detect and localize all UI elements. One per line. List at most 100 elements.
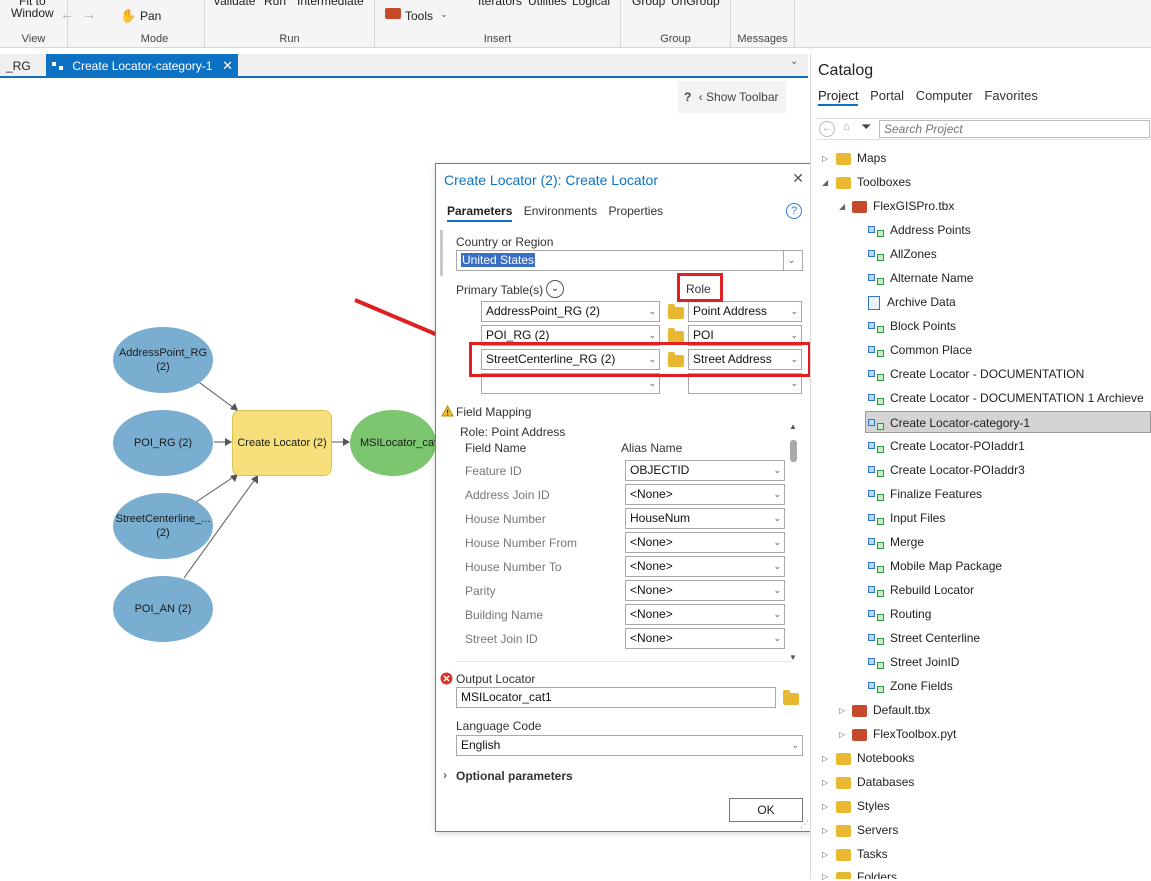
chevron-down-icon[interactable]: ⌄ xyxy=(773,629,781,648)
output-locator-input[interactable]: MSILocator_cat1 xyxy=(456,687,776,708)
tree-item-styles[interactable]: Styles xyxy=(836,795,890,817)
tree-item-model[interactable]: Finalize Features xyxy=(868,483,982,505)
alias-select[interactable]: <None> ⌄ xyxy=(625,556,785,577)
filter-icon[interactable]: ⏷ xyxy=(861,119,871,135)
tree-item-servers[interactable]: Servers xyxy=(836,819,898,841)
role-select[interactable]: Point Address ⌄ xyxy=(688,301,802,322)
language-select[interactable]: English ⌄ xyxy=(456,735,803,756)
tree-item-model[interactable]: AllZones xyxy=(868,243,937,265)
chevron-down-icon[interactable]: ⌄ xyxy=(773,605,781,624)
tree-item-toolboxes[interactable]: Toolboxes xyxy=(836,171,911,193)
tab-environments[interactable]: Environments xyxy=(524,204,597,220)
alias-select[interactable]: <None> ⌄ xyxy=(625,484,785,505)
tree-item-model[interactable]: Address Points xyxy=(868,219,971,241)
tree-item-model[interactable]: Street Centerline xyxy=(868,627,980,649)
alias-select[interactable]: <None> ⌄ xyxy=(625,532,785,553)
help-icon[interactable]: ? xyxy=(786,203,802,219)
expand-triangle-icon[interactable]: ▷ xyxy=(822,154,828,163)
chevron-down-icon[interactable]: ⌄ xyxy=(791,736,799,755)
chevron-right-icon[interactable]: › xyxy=(443,768,447,782)
chevron-down-icon[interactable]: ⌄ xyxy=(773,533,781,552)
chevron-down-icon[interactable]: ⌄ xyxy=(773,557,781,576)
tree-item-maps[interactable]: Maps xyxy=(836,147,886,169)
tree-item-model[interactable]: Create Locator - DOCUMENTATION xyxy=(868,363,1084,385)
expand-triangle-icon[interactable]: ▷ xyxy=(839,706,845,715)
tab-favorites[interactable]: Favorites xyxy=(984,88,1037,104)
tree-item-flextoolbox-pyt[interactable]: FlexToolbox.pyt xyxy=(852,723,956,745)
chevron-down-icon[interactable]: ⌄ xyxy=(773,461,781,480)
expand-triangle-icon[interactable]: ▷ xyxy=(839,730,845,739)
alias-select[interactable]: <None> ⌄ xyxy=(625,580,785,601)
tree-item-databases[interactable]: Databases xyxy=(836,771,914,793)
input-poi-rg[interactable]: POI_RG (2) xyxy=(113,410,213,476)
tab-properties[interactable]: Properties xyxy=(608,204,663,220)
tool-create-locator[interactable]: Create Locator (2) xyxy=(232,410,332,476)
scroll-thumb[interactable] xyxy=(790,440,797,462)
table-select[interactable]: AddressPoint_RG (2) ⌄ xyxy=(481,301,660,322)
connector-arrow xyxy=(343,438,350,446)
model-icon xyxy=(868,225,884,237)
tree-item-default-tbx[interactable]: Default.tbx xyxy=(852,699,930,721)
tab-parameters[interactable]: Parameters xyxy=(447,204,513,222)
ok-button[interactable]: OK xyxy=(729,798,803,822)
chevron-down-icon[interactable]: ⌄ xyxy=(773,509,781,528)
tree-item-flexgispro-tbx[interactable]: FlexGISPro.tbx xyxy=(852,195,954,217)
tab-portal[interactable]: Portal xyxy=(870,88,904,104)
tree-item-model[interactable]: Street JoinID xyxy=(868,651,959,673)
tree-item-notebooks[interactable]: Notebooks xyxy=(836,747,914,769)
home-icon[interactable]: ⌂ xyxy=(843,121,850,133)
alias-select[interactable]: HouseNum ⌄ xyxy=(625,508,785,529)
alias-select[interactable]: OBJECTID ⌄ xyxy=(625,460,785,481)
expand-triangle-icon[interactable]: ▷ xyxy=(822,826,828,835)
search-input[interactable] xyxy=(879,120,1150,138)
expand-triangle-icon[interactable]: ▷ xyxy=(822,850,828,859)
collapse-triangle-icon[interactable]: ◢ xyxy=(839,202,845,211)
input-poi-an[interactable]: POI_AN (2) xyxy=(113,576,213,642)
scroll-down-icon[interactable]: ▼ xyxy=(789,653,797,662)
tree-item-model[interactable]: Merge xyxy=(868,531,924,553)
alias-select[interactable]: <None> ⌄ xyxy=(625,604,785,625)
expand-triangle-icon[interactable]: ▷ xyxy=(822,802,828,811)
close-icon[interactable]: ✕ xyxy=(792,170,804,187)
optional-parameters-toggle[interactable]: Optional parameters xyxy=(456,769,573,783)
chevron-down-icon[interactable]: ⌄ xyxy=(783,251,799,270)
tree-item-model[interactable]: Routing xyxy=(868,603,931,625)
expand-triangle-icon[interactable]: ▷ xyxy=(822,872,828,881)
alias-select[interactable]: <None> ⌄ xyxy=(625,628,785,649)
tree-item-model[interactable]: Block Points xyxy=(868,315,956,337)
tree-item-tasks[interactable]: Tasks xyxy=(836,843,888,865)
country-select[interactable]: United States ⌄ xyxy=(456,250,803,271)
tree-item-create-locator-category-1[interactable]: Create Locator-category-1 xyxy=(865,411,1151,433)
chevron-down-icon[interactable]: ⌄ xyxy=(546,280,564,298)
tree-item-script[interactable]: Archive Data xyxy=(868,291,956,313)
tree-item-model[interactable]: Create Locator-POIaddr3 xyxy=(868,459,1025,481)
tree-item-model[interactable]: Input Files xyxy=(868,507,945,529)
tab-computer[interactable]: Computer xyxy=(916,88,973,104)
tree-item-model[interactable]: Alternate Name xyxy=(868,267,973,289)
tree-item-folders[interactable]: Folders xyxy=(836,866,897,879)
tree-label: Tasks xyxy=(857,847,888,861)
back-icon[interactable]: ← xyxy=(819,121,835,137)
chevron-down-icon[interactable]: ⌄ xyxy=(790,302,798,321)
tree-item-model[interactable]: Create Locator-POIaddr1 xyxy=(868,435,1025,457)
chevron-down-icon[interactable]: ⌄ xyxy=(773,581,781,600)
tab-project[interactable]: Project xyxy=(818,88,859,106)
input-streetcenterline-rg[interactable]: StreetCenterline_... (2) xyxy=(113,493,213,559)
expand-triangle-icon[interactable]: ▷ xyxy=(822,778,828,787)
chevron-down-icon[interactable]: ⌄ xyxy=(648,302,656,321)
folder-icon[interactable] xyxy=(668,304,684,319)
field-mapping-scrollbar[interactable]: ▲ ▼ xyxy=(788,422,798,662)
tree-item-model[interactable]: Common Place xyxy=(868,339,972,361)
input-addresspoint-rg[interactable]: AddressPoint_RG (2) xyxy=(113,327,213,393)
tree-item-model[interactable]: Mobile Map Package xyxy=(868,555,1002,577)
tree-item-model[interactable]: Rebuild Locator xyxy=(868,579,974,601)
tree-item-model[interactable]: Create Locator - DOCUMENTATION 1 Archiev… xyxy=(868,387,1144,409)
output-msilocator[interactable]: MSILocator_cat xyxy=(350,410,436,476)
expand-triangle-icon[interactable]: ▷ xyxy=(822,754,828,763)
tree-item-model[interactable]: Zone Fields xyxy=(868,675,953,697)
chevron-down-icon[interactable]: ⌄ xyxy=(773,485,781,504)
folder-icon[interactable] xyxy=(783,690,799,705)
resize-grip-icon[interactable]: ⋰ xyxy=(800,819,809,830)
scroll-up-icon[interactable]: ▲ xyxy=(789,422,797,431)
collapse-triangle-icon[interactable]: ◢ xyxy=(822,178,828,187)
